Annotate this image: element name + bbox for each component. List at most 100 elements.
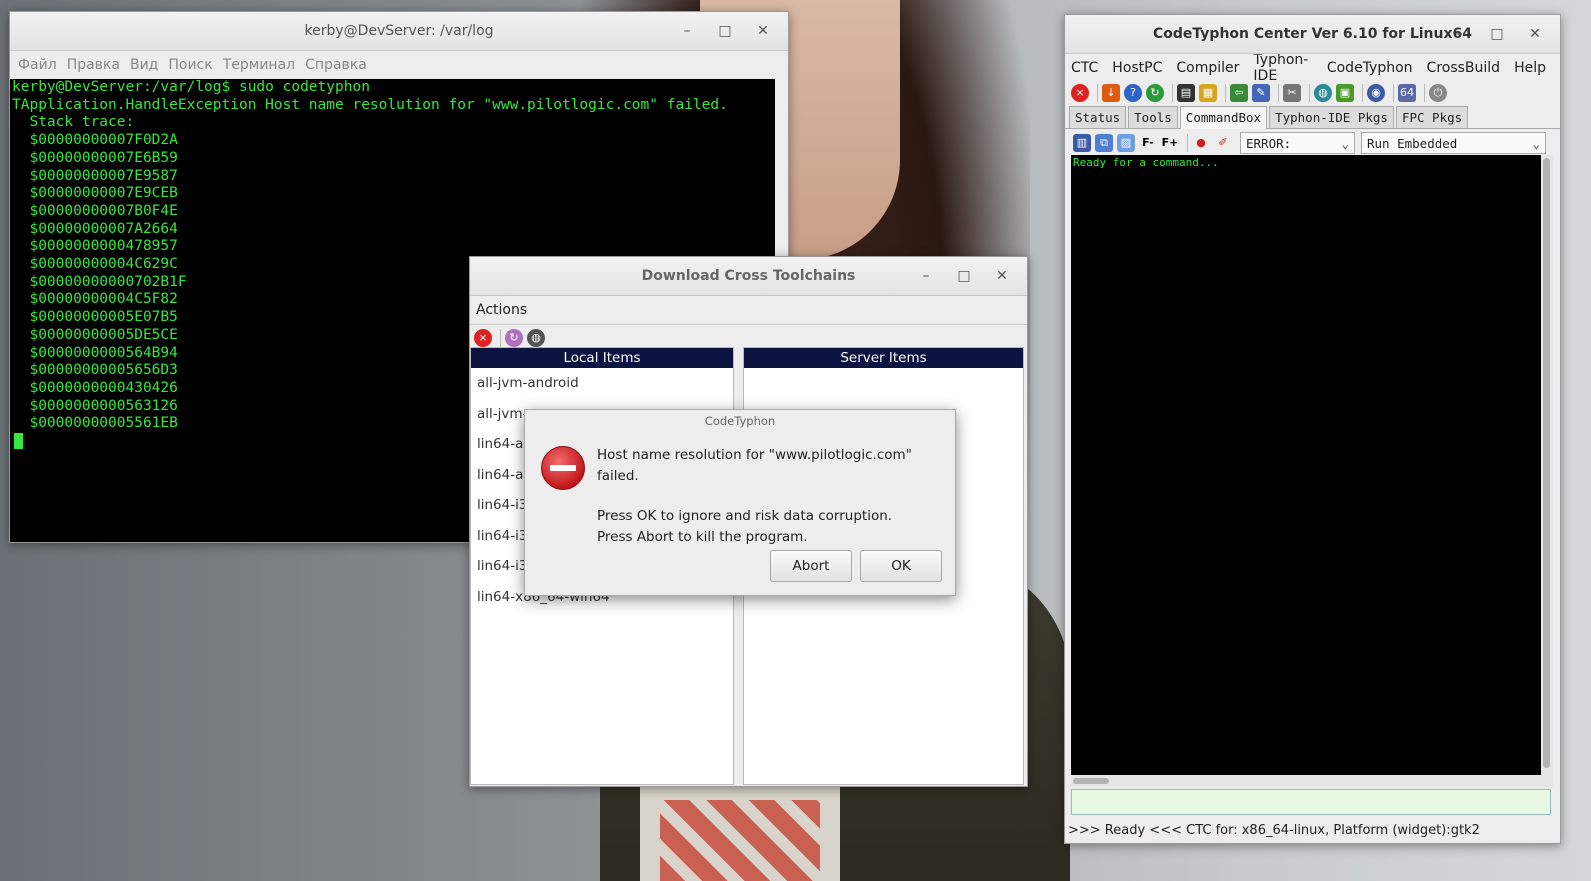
download-icon[interactable]: ↓: [1102, 84, 1120, 102]
menu-file[interactable]: Файл: [18, 57, 57, 73]
command-output-text: Ready for a command...: [1073, 156, 1219, 169]
import-icon[interactable]: ⇦: [1230, 84, 1248, 102]
output-vertical-scrollbar[interactable]: [1541, 155, 1553, 775]
close-icon[interactable]: ✕: [744, 12, 782, 50]
minimize-icon[interactable]: –: [668, 12, 706, 50]
command-input[interactable]: [1071, 789, 1551, 815]
download-titlebar[interactable]: Download Cross Toolchains – □ ✕: [470, 257, 1027, 296]
terminal-icon[interactable]: ▤: [1177, 84, 1195, 102]
scrollbar-thumb[interactable]: [1543, 158, 1550, 768]
dialog-message-line: Press OK to ignore and risk data corrupt…: [597, 508, 893, 524]
tab-commandbox[interactable]: CommandBox: [1179, 106, 1268, 129]
run-mode-select[interactable]: Run Embedded ⌄: [1361, 132, 1546, 154]
dialog-title[interactable]: CodeTyphon: [525, 410, 955, 432]
help-icon[interactable]: ?: [1124, 84, 1142, 102]
toolbar-separator: [1278, 84, 1279, 102]
toolbar-separator: [1225, 84, 1226, 102]
world-icon[interactable]: ◉: [1367, 84, 1385, 102]
tab-fpc-pkgs[interactable]: FPC Pkgs: [1395, 106, 1469, 128]
toolbar-separator: [1172, 84, 1173, 102]
toolbar-separator: [1362, 84, 1363, 102]
ctc-titlebar[interactable]: CodeTyphon Center Ver 6.10 for Linux64 –…: [1065, 15, 1560, 54]
terminal-line: Stack trace:: [12, 114, 135, 131]
ctc-tabs: Status Tools CommandBox Typhon-IDE Pkgs …: [1065, 104, 1560, 129]
command-output[interactable]: Ready for a command...: [1071, 155, 1541, 775]
terminal-line: $00000000007A2664: [12, 220, 178, 237]
folder-icon[interactable]: ▦: [1199, 84, 1217, 102]
menu-terminal[interactable]: Терминал: [223, 57, 295, 73]
64bit-icon[interactable]: 64: [1398, 84, 1416, 102]
run-mode-value: Run Embedded: [1367, 136, 1458, 151]
package-install-icon[interactable]: ▣: [1336, 84, 1354, 102]
menu-search[interactable]: Поиск: [168, 57, 212, 73]
menu-actions[interactable]: Actions: [476, 302, 527, 318]
minimize-icon[interactable]: –: [1440, 15, 1478, 53]
download-menubar: Actions: [470, 296, 1027, 324]
globe-download-icon[interactable]: ◍: [1314, 84, 1332, 102]
terminal-line: $00000000007E9587: [12, 167, 178, 184]
commandbox-toolbar: ▥ ⧉ ▨ F- F+ ● ✐ ERROR: ⌄ Run Embedded ⌄: [1065, 129, 1560, 157]
maximize-icon[interactable]: □: [1478, 15, 1516, 53]
log-level-select[interactable]: ERROR: ⌄: [1240, 132, 1355, 154]
maximize-icon[interactable]: □: [945, 257, 983, 295]
server-items-header: Server Items: [744, 348, 1023, 368]
menu-help[interactable]: Справка: [305, 57, 367, 73]
chevron-down-icon: ⌄: [1341, 136, 1349, 151]
terminal-line: kerby@DevServer:/var/log$ sudo codetypho…: [12, 79, 370, 95]
local-items-header: Local Items: [471, 348, 733, 368]
maximize-icon[interactable]: □: [706, 12, 744, 50]
ctc-menubar: CTC HostPC Compiler Typhon-IDE CodeTypho…: [1065, 52, 1560, 84]
paste-icon[interactable]: ▨: [1117, 134, 1135, 152]
scrollbar-thumb[interactable]: [1073, 778, 1109, 784]
copy-icon[interactable]: ⧉: [1095, 134, 1113, 152]
refresh-icon[interactable]: ↻: [1146, 84, 1164, 102]
minimize-icon[interactable]: –: [907, 257, 945, 295]
menu-hostpc[interactable]: HostPC: [1112, 60, 1162, 76]
dialog-message: Host name resolution for "www.pilotlogic…: [597, 445, 955, 547]
close-icon[interactable]: ×: [474, 329, 492, 347]
tab-status[interactable]: Status: [1069, 106, 1127, 128]
terminal-menubar: Файл Правка Вид Поиск Терминал Справка: [10, 51, 788, 79]
toolbar-separator: [1393, 84, 1394, 102]
output-horizontal-scrollbar[interactable]: [1071, 775, 1553, 787]
menu-help[interactable]: Help: [1514, 60, 1546, 76]
dialog-message-spacer: [597, 486, 955, 506]
close-icon[interactable]: ✕: [983, 257, 1021, 295]
terminal-line: $00000000007B0F4E: [12, 202, 178, 219]
font-increase-icon[interactable]: F+: [1161, 134, 1179, 152]
menu-codetyphon[interactable]: CodeTyphon: [1327, 60, 1413, 76]
menu-crossbuild[interactable]: CrossBuild: [1427, 60, 1501, 76]
font-decrease-icon[interactable]: F-: [1139, 134, 1157, 152]
chevron-down-icon: ⌄: [1532, 136, 1540, 151]
refresh-icon[interactable]: ↻: [505, 329, 523, 347]
build-icon[interactable]: ✎: [1252, 84, 1270, 102]
toolbar-separator: [1424, 84, 1425, 102]
close-icon[interactable]: ×: [1071, 84, 1089, 102]
close-icon[interactable]: ✕: [1516, 15, 1554, 53]
power-icon[interactable]: ⏻: [1429, 84, 1447, 102]
tab-typhon-ide-pkgs[interactable]: Typhon-IDE Pkgs: [1269, 106, 1394, 128]
menu-typhon-ide[interactable]: Typhon-IDE: [1253, 52, 1312, 84]
toolbar-separator: [1187, 134, 1188, 152]
dialog-message-line: Press Abort to kill the program.: [597, 528, 808, 545]
terminal-line: $0000000000478957: [12, 238, 178, 255]
toolbar-separator: [1309, 84, 1310, 102]
error-icon: [541, 446, 585, 490]
ctc-toolbar: × ↓ ? ↻ ▤ ▦ ⇦ ✎ ✂ ◍ ▣ ◉ 64 ⏻: [1065, 82, 1560, 104]
eraser-icon[interactable]: ✐: [1214, 134, 1232, 152]
terminal-line: $00000000007E6B59: [12, 149, 178, 166]
menu-view[interactable]: Вид: [130, 57, 158, 73]
list-item[interactable]: all-jvm-android: [471, 368, 733, 399]
menu-compiler[interactable]: Compiler: [1176, 60, 1239, 76]
menu-ctc[interactable]: CTC: [1071, 60, 1098, 76]
clear-icon[interactable]: ▥: [1073, 134, 1091, 152]
abort-button[interactable]: Abort: [770, 550, 852, 582]
terminal-titlebar[interactable]: kerby@DevServer: /var/log – □ ✕: [10, 12, 788, 51]
terminal-line: TApplication.HandleException Host name r…: [12, 96, 728, 113]
red-dots-icon[interactable]: ●: [1192, 134, 1210, 152]
ok-button[interactable]: OK: [860, 550, 942, 582]
tools-icon[interactable]: ✂: [1283, 84, 1301, 102]
tab-tools[interactable]: Tools: [1128, 106, 1178, 128]
menu-edit[interactable]: Правка: [67, 57, 120, 73]
globe-icon[interactable]: ◍: [527, 329, 545, 347]
